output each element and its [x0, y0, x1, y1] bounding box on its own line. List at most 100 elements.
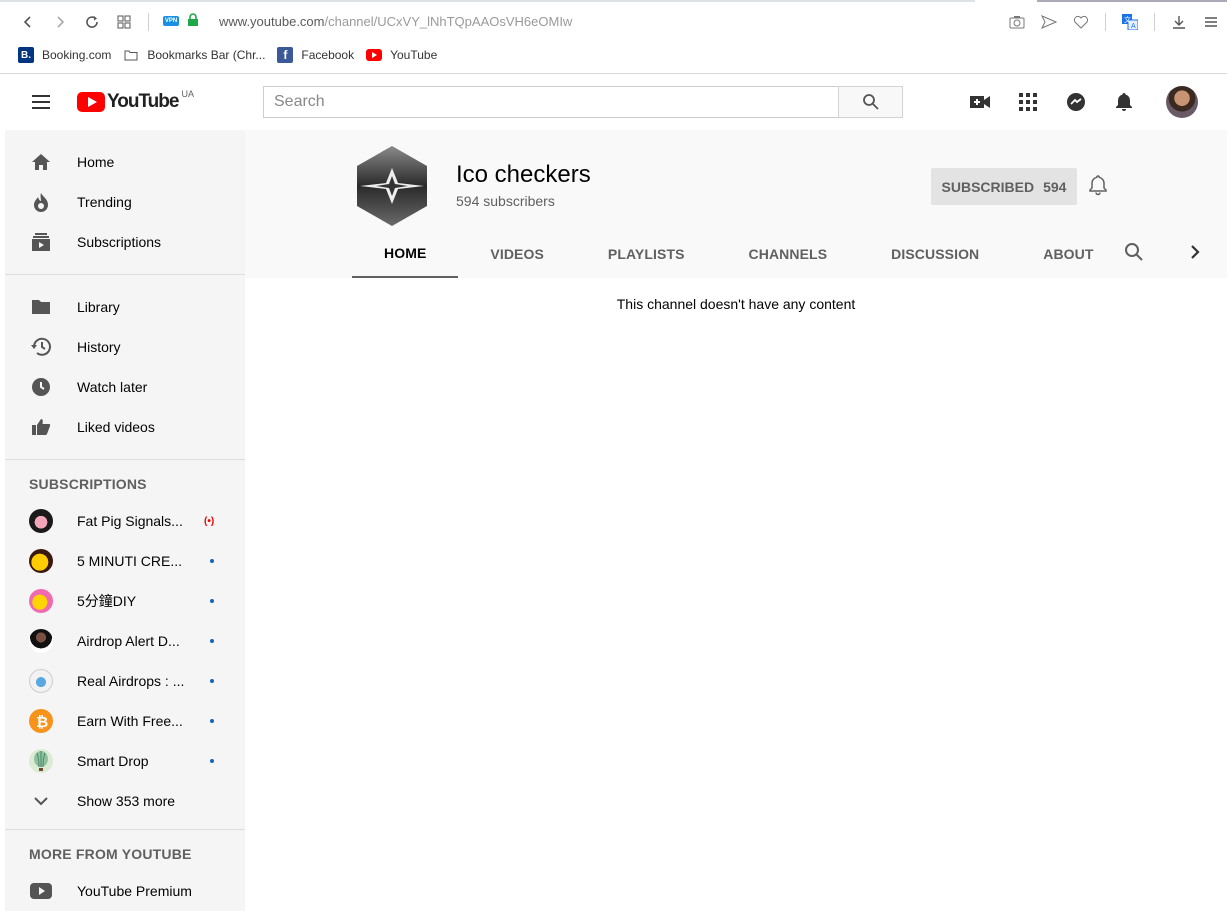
new-content-dot — [210, 559, 214, 563]
chevron-down-icon — [29, 789, 53, 813]
guide-item-subscriptions[interactable]: Subscriptions — [5, 222, 245, 262]
speed-dial-icon[interactable] — [108, 10, 140, 34]
channel-avatar — [29, 509, 53, 533]
address-bar[interactable]: www.youtube.com/channel/UCxVY_lNhTQpAAOs… — [219, 14, 572, 29]
heart-icon[interactable] — [1065, 10, 1097, 34]
guide-label: Earn With Free... — [77, 713, 183, 729]
youtube-masthead: YouTube UA Search — [5, 74, 1227, 130]
notifications-bell-icon[interactable] — [1112, 90, 1136, 114]
bookmark-label: YouTube — [390, 48, 438, 62]
guide-item-library[interactable]: Library — [5, 287, 245, 327]
guide-label: Watch later — [77, 379, 148, 395]
logo-text: YouTube — [107, 91, 179, 112]
guide-label: Airdrop Alert D... — [77, 633, 180, 649]
create-video-icon[interactable] — [968, 90, 992, 114]
download-icon[interactable] — [1163, 10, 1195, 34]
channel-avatar — [29, 629, 53, 653]
new-content-dot — [210, 599, 214, 603]
bookmark-facebook[interactable]: f Facebook — [277, 47, 354, 63]
bookmark-booking[interactable]: B. Booking.com — [18, 47, 111, 63]
youtube-logo[interactable]: YouTube UA — [77, 89, 194, 113]
back-icon[interactable] — [12, 10, 44, 34]
guide-label: Trending — [77, 194, 132, 210]
url-path: /channel/UCxVY_lNhTQpAAOsVH6eOMIw — [324, 14, 573, 29]
send-icon[interactable] — [1033, 10, 1065, 34]
guide-divider — [5, 459, 245, 460]
region-code: UA — [181, 89, 194, 99]
svg-text:A: A — [1131, 23, 1136, 30]
bookmark-label: Facebook — [301, 48, 355, 62]
home-icon — [29, 150, 53, 174]
folder-icon — [123, 47, 139, 63]
bookmark-youtube[interactable]: YouTube — [366, 47, 437, 63]
search-input[interactable]: Search — [263, 86, 839, 118]
subscription-item[interactable]: Fat Pig Signals... (•) — [5, 501, 245, 541]
lock-icon[interactable] — [187, 13, 199, 32]
chevron-right-icon[interactable] — [1190, 244, 1200, 265]
tab-channels[interactable]: CHANNELS — [717, 230, 860, 278]
browser-nav-buttons — [12, 10, 157, 34]
tab-about[interactable]: ABOUT — [1011, 230, 1125, 278]
bookmark-label: Bookmarks Bar (Chr... — [147, 48, 266, 62]
toolbar-separator — [148, 13, 149, 31]
svg-text:文: 文 — [1124, 15, 1131, 24]
subscribed-button[interactable]: SUBSCRIBED 594 — [931, 168, 1077, 205]
guide-sidebar: Home Trending Subscriptions Library Hist… — [5, 130, 245, 911]
translate-icon[interactable]: 文A — [1114, 10, 1146, 34]
guide-item-watch-later[interactable]: Watch later — [5, 367, 245, 407]
guide-item-history[interactable]: History — [5, 327, 245, 367]
channel-search-icon[interactable] — [1124, 242, 1144, 267]
easy-setup-icon[interactable] — [1195, 10, 1227, 34]
liked-videos-icon — [29, 415, 53, 439]
messages-icon[interactable] — [1064, 90, 1088, 114]
bookmark-bookmarks-bar[interactable]: Bookmarks Bar (Chr... — [123, 47, 265, 63]
notification-bell-icon[interactable] — [1089, 174, 1107, 201]
guide-item-home[interactable]: Home — [5, 142, 245, 182]
account-avatar[interactable] — [1166, 86, 1198, 118]
forward-icon[interactable] — [44, 10, 76, 34]
trending-icon — [29, 190, 53, 214]
guide-item-liked-videos[interactable]: Liked videos — [5, 407, 245, 447]
camera-icon[interactable] — [1001, 10, 1033, 34]
show-more-button[interactable]: Show 353 more — [5, 781, 245, 821]
guide-label: Smart Drop — [77, 753, 149, 769]
search-button[interactable] — [838, 86, 903, 118]
tab-strip-indicator-2 — [1037, 0, 1227, 2]
channel-header: Ico checkers 594 subscribers SUBSCRIBED … — [245, 130, 1227, 278]
guide-label: YouTube Premium — [77, 883, 192, 899]
subscription-item[interactable]: 5分鐘DIY — [5, 581, 245, 621]
reload-icon[interactable] — [76, 10, 108, 34]
guide-divider — [5, 274, 245, 275]
guide-label: History — [77, 339, 121, 355]
guide-label: Show 353 more — [77, 793, 176, 809]
vpn-badge[interactable]: VPN — [163, 16, 179, 26]
tab-discussion[interactable]: DISCUSSION — [859, 230, 1011, 278]
subscription-item[interactable]: Airdrop Alert D... — [5, 621, 245, 661]
tab-videos[interactable]: VIDEOS — [458, 230, 576, 278]
guide-label: Liked videos — [77, 419, 155, 435]
guide-item-youtube-premium[interactable]: YouTube Premium — [5, 871, 245, 911]
new-content-dot — [210, 639, 214, 643]
subscriptions-icon — [29, 230, 53, 254]
guide-item-trending[interactable]: Trending — [5, 182, 245, 222]
channel-avatar-large[interactable] — [352, 146, 432, 226]
live-broadcast-icon: (•) — [204, 515, 215, 527]
library-icon — [29, 295, 53, 319]
hamburger-menu-icon[interactable] — [29, 90, 53, 119]
booking-icon: B. — [18, 47, 34, 63]
bookmark-label: Booking.com — [42, 48, 112, 62]
guide-label: Fat Pig Signals... — [77, 513, 183, 529]
apps-grid-icon[interactable] — [1016, 90, 1040, 114]
new-content-dot — [210, 719, 214, 723]
tab-strip-indicator — [0, 0, 975, 2]
subscription-item[interactable]: Smart Drop — [5, 741, 245, 781]
tab-home[interactable]: HOME — [352, 230, 459, 278]
guide-label: Real Airdrops : ... — [77, 673, 185, 689]
subscription-item[interactable]: ₿ Earn With Free... — [5, 701, 245, 741]
youtube-play-icon — [77, 92, 105, 112]
subscription-item[interactable]: Real Airdrops : ... — [5, 661, 245, 701]
tab-playlists[interactable]: PLAYLISTS — [576, 230, 717, 278]
facebook-icon: f — [277, 47, 294, 63]
subscription-item[interactable]: 5 MINUTI CRE... — [5, 541, 245, 581]
new-content-dot — [210, 679, 214, 683]
